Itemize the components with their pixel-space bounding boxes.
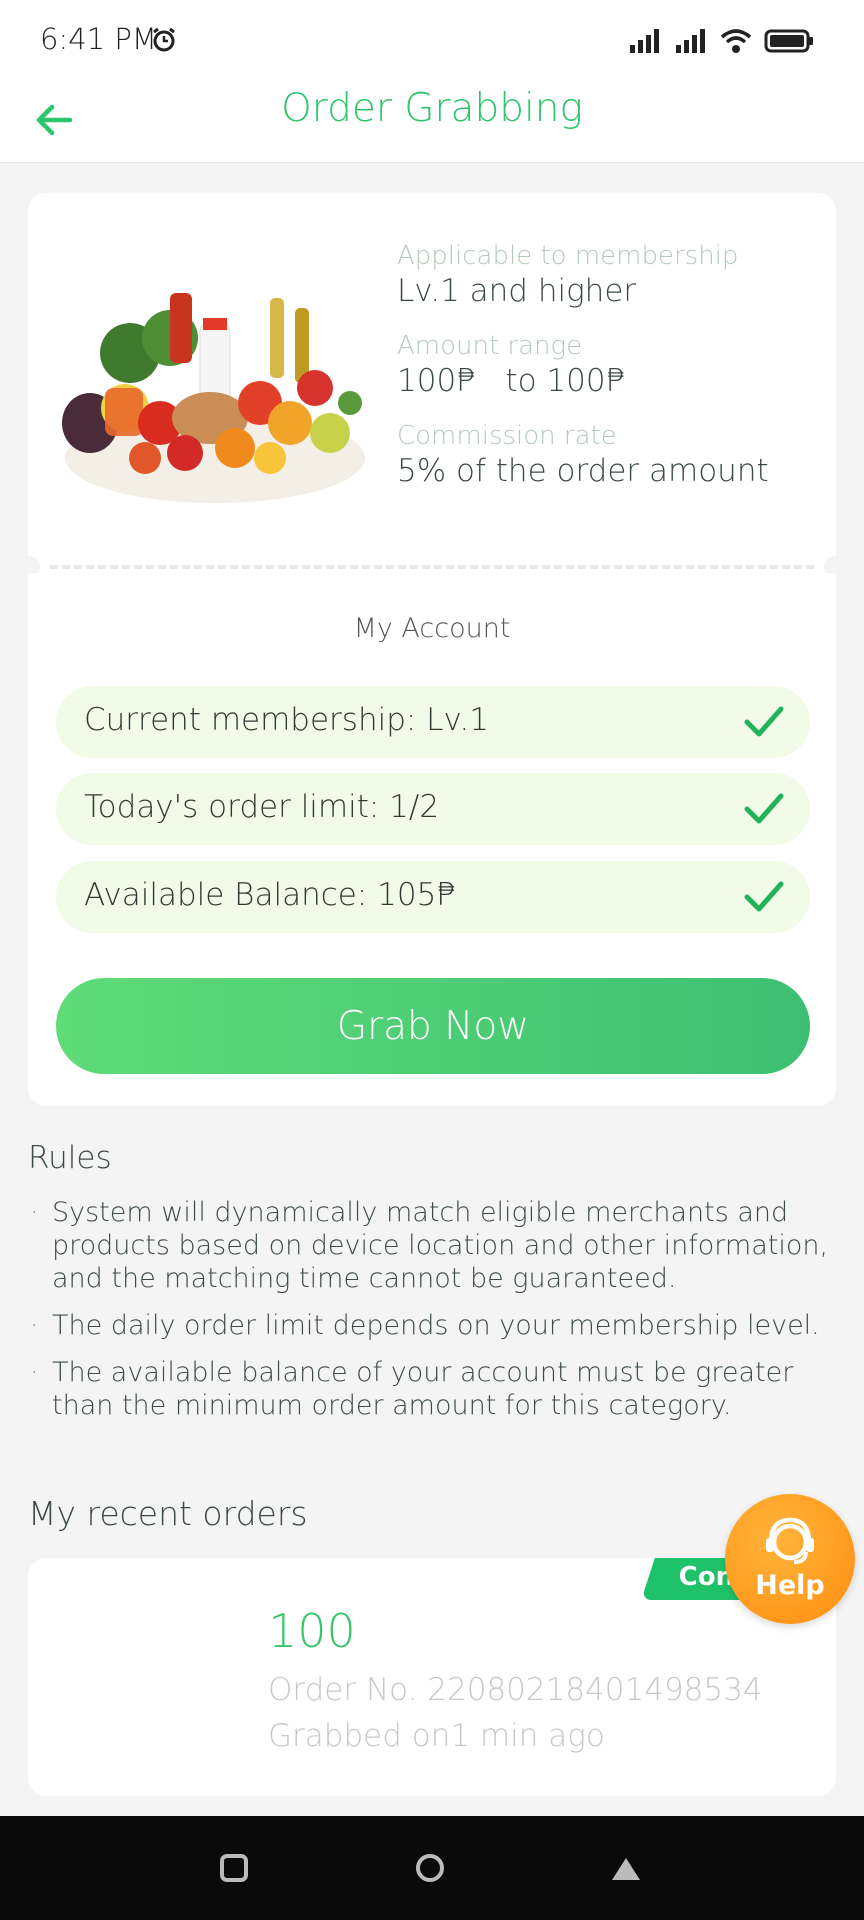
rule-text: The available balance of your account mu… (52, 1357, 794, 1421)
check-icon (744, 881, 784, 912)
signal-icon (676, 29, 705, 53)
product-info: Applicable to membership Lv.1 and higher… (397, 241, 769, 511)
order-amount: 100 (268, 1604, 356, 1658)
rules-title: Rules (28, 1140, 112, 1176)
check-icon (744, 706, 784, 737)
commission-value: 5% of the order amount (397, 453, 769, 489)
rule-text: System will dynamically match eligible m… (52, 1197, 829, 1294)
account-card: My Account Current membership: Lv.1 Toda… (28, 573, 836, 1106)
signal-icon (630, 29, 659, 53)
rule-item: · System will dynamically match eligible … (30, 1197, 829, 1294)
order-time: Grabbed on1 min ago (268, 1718, 605, 1754)
rule-text: The daily order limit depends on your me… (52, 1310, 820, 1341)
status-icons (628, 28, 814, 54)
card-divider (28, 563, 836, 573)
rule-item: · The daily order limit depends on your m… (30, 1310, 820, 1341)
order-number: Order No. 22080218401498534 (268, 1672, 763, 1708)
membership-row: Current membership: Lv.1 (56, 686, 810, 758)
row-text: Current membership: Lv.1 (84, 702, 489, 738)
home-icon[interactable] (412, 1850, 448, 1886)
order-card[interactable]: Con 100 Order No. 22080218401498534 Grab… (28, 1558, 836, 1796)
help-button[interactable]: Help (725, 1494, 855, 1624)
product-card: Applicable to membership Lv.1 and higher… (28, 193, 836, 563)
membership-label: Applicable to membership (397, 241, 739, 271)
account-title: My Account (353, 613, 511, 644)
page-title: Order Grabbing (281, 86, 583, 131)
app-header: Order Grabbing (0, 80, 864, 163)
rules-list: · System will dynamically match eligible … (28, 1196, 836, 1436)
balance-row: Available Balance: 105₱ (56, 861, 810, 933)
wifi-icon (720, 29, 752, 53)
system-nav-bar (0, 1816, 864, 1920)
amount-label: Amount range (397, 331, 583, 361)
row-text: Today's order limit: 1/2 (84, 789, 440, 825)
order-limit-row: Today's order limit: 1/2 (56, 773, 810, 845)
recent-orders-title: My recent orders (28, 1494, 308, 1533)
rule-item: · The available balance of your account m… (30, 1357, 794, 1421)
support-agent-icon (766, 1517, 814, 1564)
help-label: Help (755, 1570, 825, 1601)
amount-value: 100₱ to 100₱ (397, 363, 626, 399)
alarm-icon (153, 27, 175, 52)
status-time: 6:41 PM (40, 22, 157, 56)
status-bar: 6:41 PM (0, 0, 864, 80)
battery-icon (764, 29, 813, 53)
grab-now-button[interactable]: Grab Now (56, 978, 810, 1074)
membership-value: Lv.1 and higher (397, 273, 637, 309)
recents-icon[interactable] (216, 1850, 252, 1886)
grocery-image (62, 293, 365, 503)
commission-label: Commission rate (397, 421, 617, 451)
row-text: Available Balance: 105₱ (84, 877, 457, 913)
back-icon[interactable] (608, 1850, 644, 1886)
check-icon (744, 793, 784, 824)
